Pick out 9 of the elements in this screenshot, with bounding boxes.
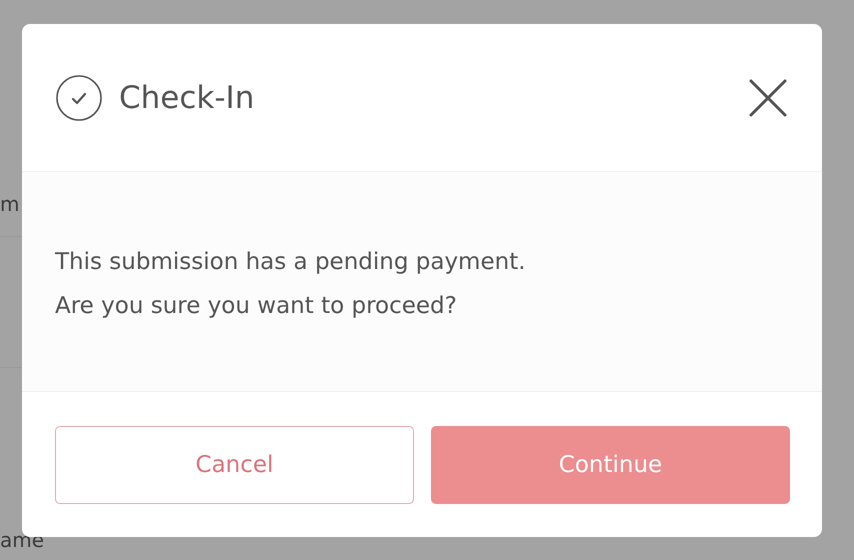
background-text: ame (0, 528, 44, 552)
continue-button[interactable]: Continue (431, 426, 790, 504)
dialog-message: This submission has a pending payment. (55, 248, 527, 277)
dialog-title: Check-In (119, 80, 256, 116)
check-circle-icon (55, 74, 103, 122)
cancel-button[interactable]: Cancel (55, 426, 414, 504)
close-button[interactable] (748, 78, 788, 118)
dialog-message: Are you sure you want to proceed? (55, 292, 458, 321)
background-text: m (0, 192, 20, 216)
